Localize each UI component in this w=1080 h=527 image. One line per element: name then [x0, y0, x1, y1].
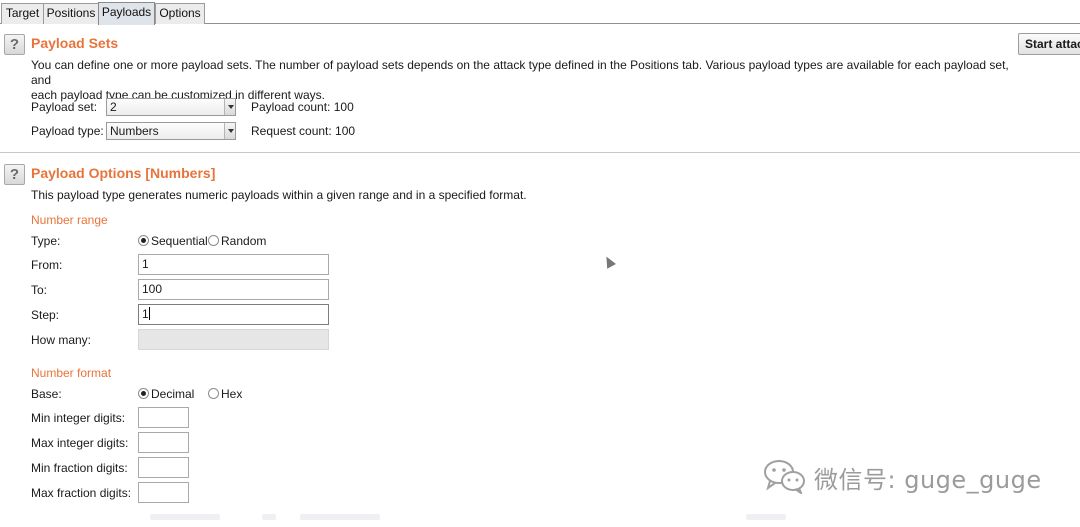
payload-set-value: 2	[110, 100, 117, 114]
random-label: Random	[221, 234, 267, 248]
how-many-field	[138, 329, 329, 350]
faded-background-rows	[0, 507, 1080, 527]
max-integer-digits-field[interactable]	[138, 432, 189, 453]
tab-positions[interactable]: Positions	[43, 3, 99, 24]
payload-options-description: This payload type generates numeric payl…	[31, 188, 527, 202]
payload-options-title: Payload Options [Numbers]	[31, 165, 216, 181]
mouse-cursor-icon	[602, 254, 616, 269]
min-fraction-digits-field[interactable]	[138, 457, 189, 478]
payload-sets-description: You can define one or more payload sets.…	[31, 58, 1009, 102]
tab-bar: Target Positions Payloads Options	[0, 0, 1080, 25]
payload-type-value: Numbers	[110, 124, 159, 138]
payload-set-label: Payload set:	[31, 100, 98, 114]
start-attack-button[interactable]: Start attack	[1018, 33, 1080, 55]
step-label: Step:	[31, 308, 60, 322]
payload-set-select[interactable]: 2	[106, 98, 236, 116]
max-fraction-digits-field[interactable]	[138, 482, 189, 503]
number-range-heading: Number range	[31, 213, 108, 227]
tab-target[interactable]: Target	[1, 3, 44, 24]
type-label: Type:	[31, 234, 61, 248]
step-field[interactable]: 1	[138, 304, 329, 325]
request-count: Request count: 100	[251, 124, 356, 138]
max-fraction-digits-label: Max fraction digits:	[31, 486, 132, 500]
from-label: From:	[31, 258, 63, 272]
watermark-text: 微信号: guge_guge	[814, 466, 1042, 494]
payload-sets-title: Payload Sets	[31, 35, 119, 51]
from-field[interactable]: 1	[138, 254, 329, 275]
help-icon[interactable]: ?	[4, 34, 25, 55]
hex-label: Hex	[221, 387, 243, 401]
decimal-radio[interactable]	[138, 388, 149, 399]
tab-options[interactable]: Options	[155, 3, 205, 24]
sequential-label: Sequential	[151, 234, 208, 248]
payload-type-label: Payload type:	[31, 124, 104, 138]
text-caret	[148, 307, 150, 320]
base-label: Base:	[31, 387, 62, 401]
chevron-down-icon	[224, 99, 235, 115]
how-many-label: How many:	[31, 333, 92, 347]
min-fraction-digits-label: Min fraction digits:	[31, 461, 128, 475]
to-label: To:	[31, 283, 48, 297]
hex-radio[interactable]	[208, 388, 219, 399]
number-format-heading: Number format	[31, 366, 112, 380]
random-radio[interactable]	[208, 235, 219, 246]
sequential-radio[interactable]	[138, 235, 149, 246]
to-field[interactable]: 100	[138, 279, 329, 300]
tab-payloads[interactable]: Payloads	[98, 2, 155, 25]
wechat-logo-icon	[764, 460, 805, 494]
min-integer-digits-field[interactable]	[138, 407, 189, 428]
step-value: 1	[142, 307, 149, 321]
payload-type-select[interactable]: Numbers	[106, 122, 236, 140]
help-icon[interactable]: ?	[4, 164, 25, 185]
section-divider	[0, 152, 1080, 153]
min-integer-digits-label: Min integer digits:	[31, 411, 126, 425]
max-integer-digits-label: Max integer digits:	[31, 436, 129, 450]
payload-count: Payload count: 100	[251, 100, 354, 114]
chevron-down-icon	[224, 123, 235, 139]
decimal-label: Decimal	[151, 387, 195, 401]
